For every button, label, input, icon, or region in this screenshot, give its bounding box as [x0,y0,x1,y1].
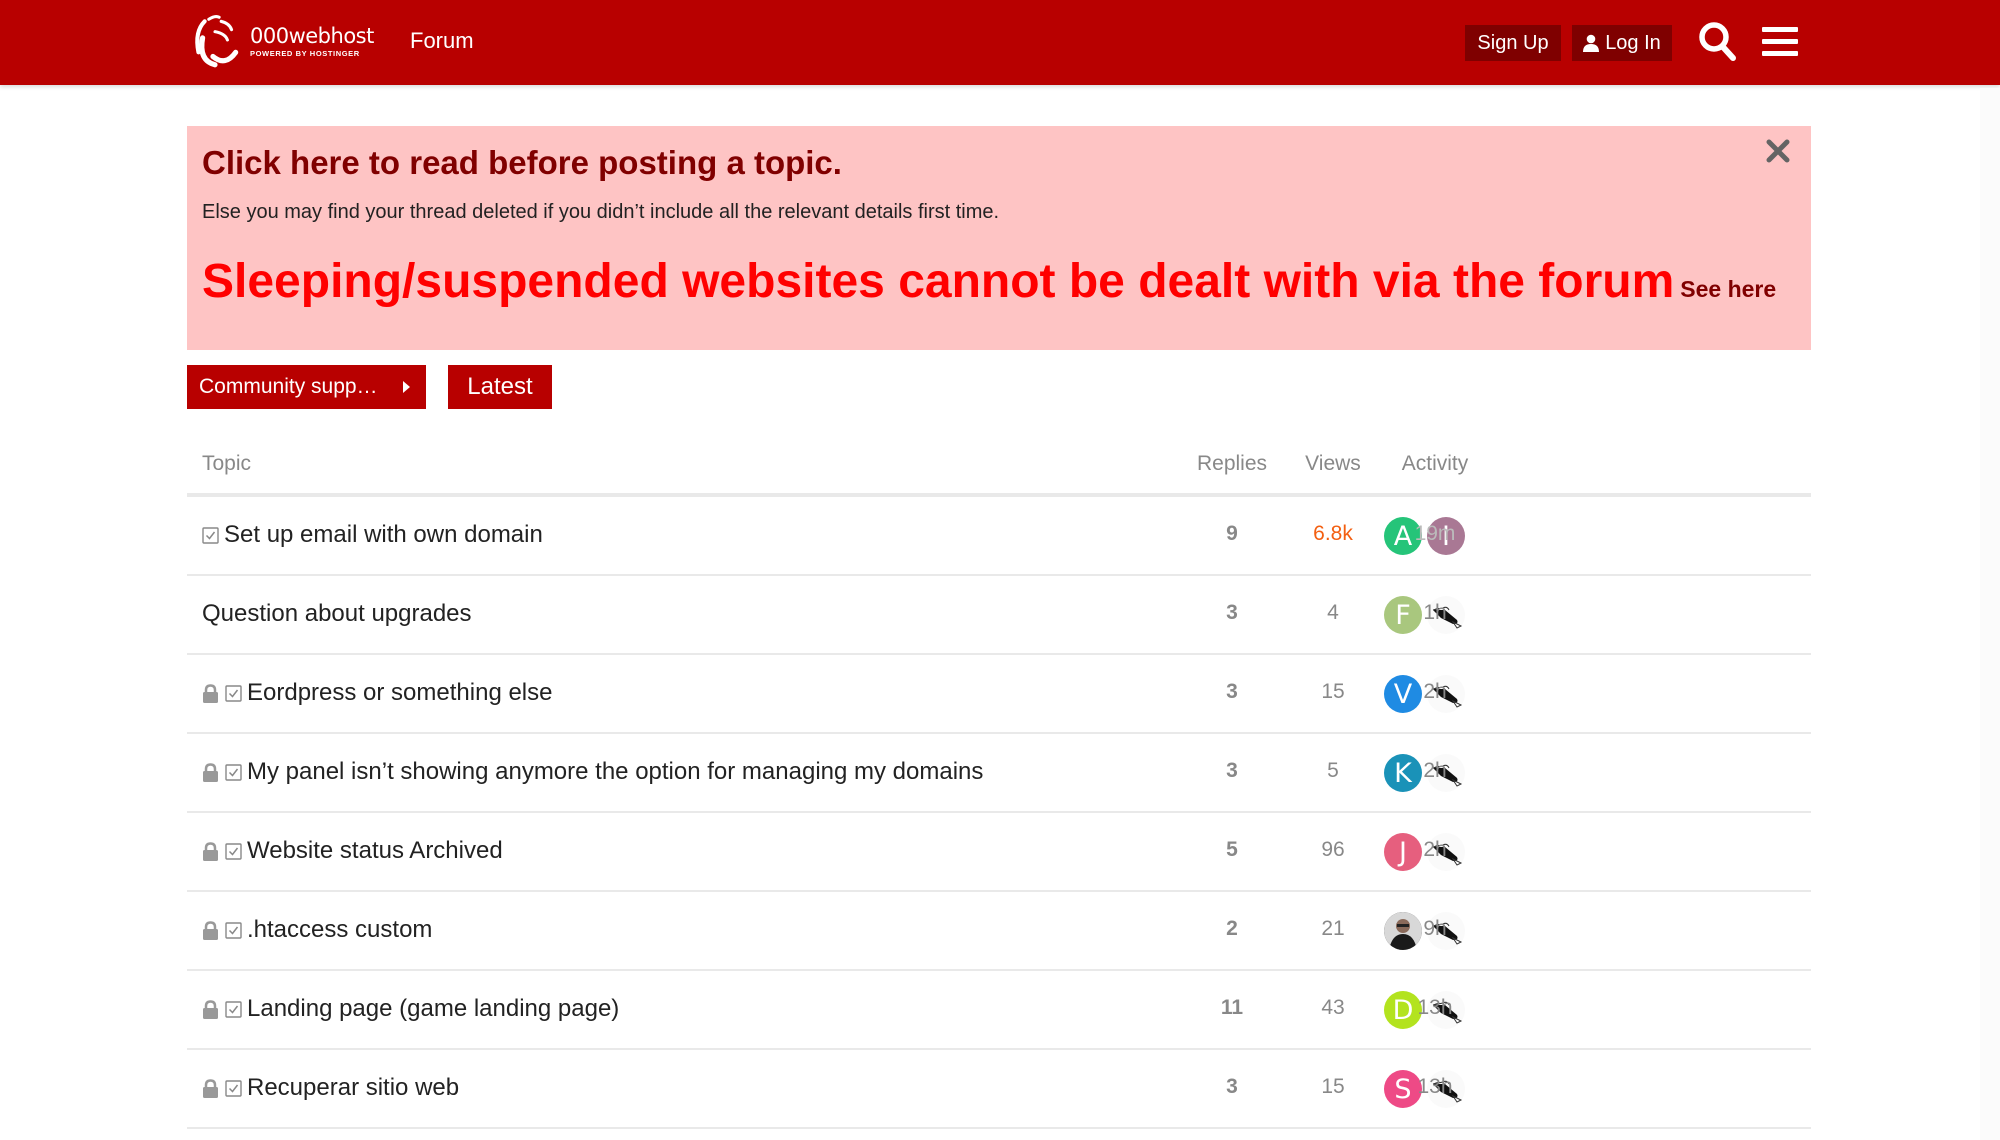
topic-row: Website status Archived J 5 96 2h [187,813,1811,892]
search-icon[interactable] [1698,20,1738,64]
topic-row: Set up email with own domain A I 9 6.8k 19m [187,497,1811,576]
views-count: 6.8k [1313,522,1353,545]
activity-time[interactable]: 2h [1387,838,1483,862]
replies-count[interactable]: 5 [1187,838,1277,862]
replies-column-header[interactable]: Replies [1187,452,1277,476]
banner-title-link[interactable]: Click here to read before posting a topi… [202,144,842,182]
sign-up-button[interactable]: Sign Up [1465,25,1561,61]
category-dropdown[interactable]: Community supp… [187,365,426,409]
topic-row: Recuperar sitio web S 3 15 13h [187,1050,1811,1129]
activity-time[interactable]: 13h [1387,1075,1483,1099]
topic-row: Eordpress or something else V 3 15 2h [187,655,1811,734]
lock-icon [203,999,218,1019]
activity-time[interactable]: 9h [1387,917,1483,941]
close-icon[interactable] [1763,136,1793,166]
solved-checkbox-icon [225,1000,242,1018]
replies-count[interactable]: 9 [1187,522,1277,546]
see-here-link[interactable]: See here [1680,276,1776,302]
log-in-button[interactable]: Log In [1572,25,1672,61]
topic-title-link[interactable]: Website status Archived [247,837,503,865]
lock-icon [203,683,218,703]
notice-banner: Click here to read before posting a topi… [187,126,1811,350]
solved-checkbox-icon [225,842,242,860]
solved-checkbox-icon [225,921,242,939]
views-count: 4 [1327,601,1339,624]
replies-count[interactable]: 3 [1187,1075,1277,1099]
views-count: 15 [1321,1075,1345,1098]
swirl-logo-icon [195,14,239,68]
topic-title-area: .htaccess custom [202,916,432,944]
topic-title-link[interactable]: Landing page (game landing page) [247,995,619,1023]
banner-headline: Sleeping/suspended websites cannot be de… [202,254,1776,309]
views-count: 96 [1321,838,1345,861]
banner-headline-text: Sleeping/suspended websites cannot be de… [202,255,1675,308]
lock-icon [203,841,218,861]
topic-title-area: My panel isn’t showing anymore the optio… [202,758,983,786]
topic-title-area: Question about upgrades [202,600,472,628]
replies-count[interactable]: 2 [1187,917,1277,941]
activity-time[interactable]: 2h [1387,759,1483,783]
sign-up-label: Sign Up [1477,31,1549,54]
views-column-header[interactable]: Views [1287,452,1379,476]
scrollbar[interactable] [1980,88,2000,1140]
views-count: 21 [1321,917,1345,940]
views-count: 43 [1321,996,1345,1019]
topic-row: Landing page (game landing page) D 11 43 13h [187,971,1811,1050]
topic-title-area: Set up email with own domain [202,521,543,549]
views-count: 15 [1321,680,1345,703]
replies-count[interactable]: 3 [1187,759,1277,783]
topic-row: .htaccess custom 2 21 9h [187,892,1811,971]
logo-tagline: POWERED BY HOSTINGER [250,49,360,59]
solved-checkbox-icon [202,526,219,544]
lock-icon [203,1078,218,1098]
logo-name: 000webhost [250,24,374,49]
banner-subtitle: Else you may find your thread deleted if… [202,201,1000,223]
user-icon [1583,34,1600,52]
caret-right-icon [403,381,410,393]
topic-list-header: Topic Replies Views Activity [187,440,1811,497]
activity-time[interactable]: 13h [1387,996,1483,1020]
forum-link[interactable]: Forum [410,28,474,54]
topic-list: Topic Replies Views Activity Set up emai… [187,440,1811,1129]
category-label: Community supp… [199,375,378,398]
lock-icon [203,920,218,940]
latest-label: Latest [467,373,533,400]
solved-checkbox-icon [225,684,242,702]
latest-tab[interactable]: Latest [448,365,552,409]
topic-row: My panel isn’t showing anymore the optio… [187,734,1811,813]
site-header: 000webhost POWERED BY HOSTINGER Forum Si… [0,0,2000,85]
activity-column-header[interactable]: Activity [1387,452,1483,476]
topic-title-area: Website status Archived [202,837,503,865]
topic-title-link[interactable]: Recuperar sitio web [247,1074,459,1102]
solved-checkbox-icon [225,1079,242,1097]
topic-title-link[interactable]: Eordpress or something else [247,679,552,707]
topic-row: Question about upgrades F 3 4 1h [187,576,1811,655]
topic-title-link[interactable]: .htaccess custom [247,916,432,944]
topic-title-area: Recuperar sitio web [202,1074,459,1102]
topic-title-link[interactable]: Question about upgrades [202,600,472,628]
activity-time[interactable]: 19m [1387,522,1483,546]
activity-time[interactable]: 2h [1387,680,1483,704]
topic-title-area: Eordpress or something else [202,679,552,707]
topic-column-header: Topic [202,452,252,475]
activity-time[interactable]: 1h [1387,601,1483,625]
views-count: 5 [1327,759,1339,782]
solved-checkbox-icon [225,763,242,781]
site-logo[interactable]: 000webhost POWERED BY HOSTINGER [184,10,374,74]
replies-count[interactable]: 11 [1187,996,1277,1020]
topic-title-link[interactable]: My panel isn’t showing anymore the optio… [247,758,983,786]
replies-count[interactable]: 3 [1187,601,1277,625]
log-in-label: Log In [1605,31,1661,54]
topic-title-link[interactable]: Set up email with own domain [224,521,543,549]
topic-title-area: Landing page (game landing page) [202,995,619,1023]
hamburger-menu-icon[interactable] [1762,25,1798,59]
lock-icon [203,762,218,782]
replies-count[interactable]: 3 [1187,680,1277,704]
